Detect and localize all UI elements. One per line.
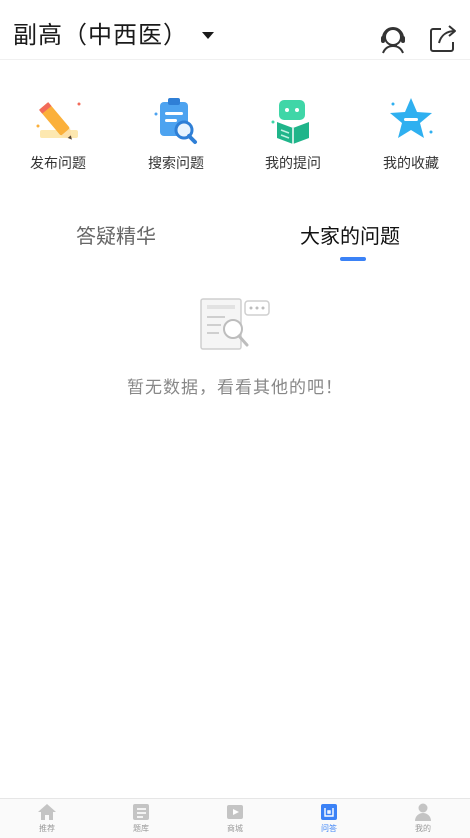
pencil-icon xyxy=(36,102,81,140)
search-question-label: 搜索问题 xyxy=(148,156,204,172)
nav-label-mine: 我的 xyxy=(415,824,431,833)
publish-question-button[interactable]: 发布问题 xyxy=(8,92,108,173)
quick-actions: 发布问题 搜索问题 我的提问 我的收藏 xyxy=(0,92,470,182)
qa-chat-icon xyxy=(321,804,337,820)
user-icon xyxy=(415,803,431,821)
nav-item-mall[interactable]: 商城 xyxy=(188,799,282,838)
my-favorites-button[interactable]: 我的收藏 xyxy=(361,92,461,173)
page-title: 副高（中西医） xyxy=(13,21,188,49)
search-question-button[interactable]: 搜索问题 xyxy=(126,92,226,173)
bottom-navigation: 推荐 题库 商城 问答 我的 xyxy=(0,798,470,838)
active-tab-indicator xyxy=(340,257,366,261)
star-icon xyxy=(390,98,433,138)
caret-down-icon xyxy=(202,31,214,39)
empty-message: 暂无数据，看看其他的吧！ xyxy=(127,378,343,398)
tab-everyones-questions[interactable]: 大家的问题 xyxy=(300,222,400,250)
question-bank-icon xyxy=(133,804,149,820)
my-questions-label: 我的提问 xyxy=(265,156,321,172)
video-play-icon xyxy=(227,805,243,819)
my-questions-button[interactable]: 我的提问 xyxy=(243,92,343,173)
question-book-icon xyxy=(271,100,309,144)
exam-category-selector[interactable]: 副高（中西医） xyxy=(13,20,214,50)
top-header: 副高（中西医） xyxy=(0,0,470,60)
my-favorites-label: 我的收藏 xyxy=(383,156,439,172)
empty-state: 暂无数据，看看其他的吧！ xyxy=(0,295,470,398)
share-icon[interactable] xyxy=(427,23,459,55)
empty-document-search-icon xyxy=(200,298,270,350)
nav-label-mall: 商城 xyxy=(227,824,243,833)
question-tabs: 答疑精华 大家的问题 xyxy=(0,222,470,262)
nav-label-recommend: 推荐 xyxy=(39,824,55,833)
nav-label-question-bank: 题库 xyxy=(133,824,149,833)
search-clipboard-icon xyxy=(154,98,197,144)
publish-question-label: 发布问题 xyxy=(30,156,86,172)
nav-item-recommend[interactable]: 推荐 xyxy=(0,799,94,838)
tab-featured-answers[interactable]: 答疑精华 xyxy=(76,222,156,250)
home-icon xyxy=(38,804,56,820)
headset-support-icon[interactable] xyxy=(377,23,409,55)
nav-label-qa: 问答 xyxy=(321,824,337,833)
nav-item-mine[interactable]: 我的 xyxy=(376,799,470,838)
nav-item-question-bank[interactable]: 题库 xyxy=(94,799,188,838)
nav-item-qa[interactable]: 问答 xyxy=(282,799,376,838)
